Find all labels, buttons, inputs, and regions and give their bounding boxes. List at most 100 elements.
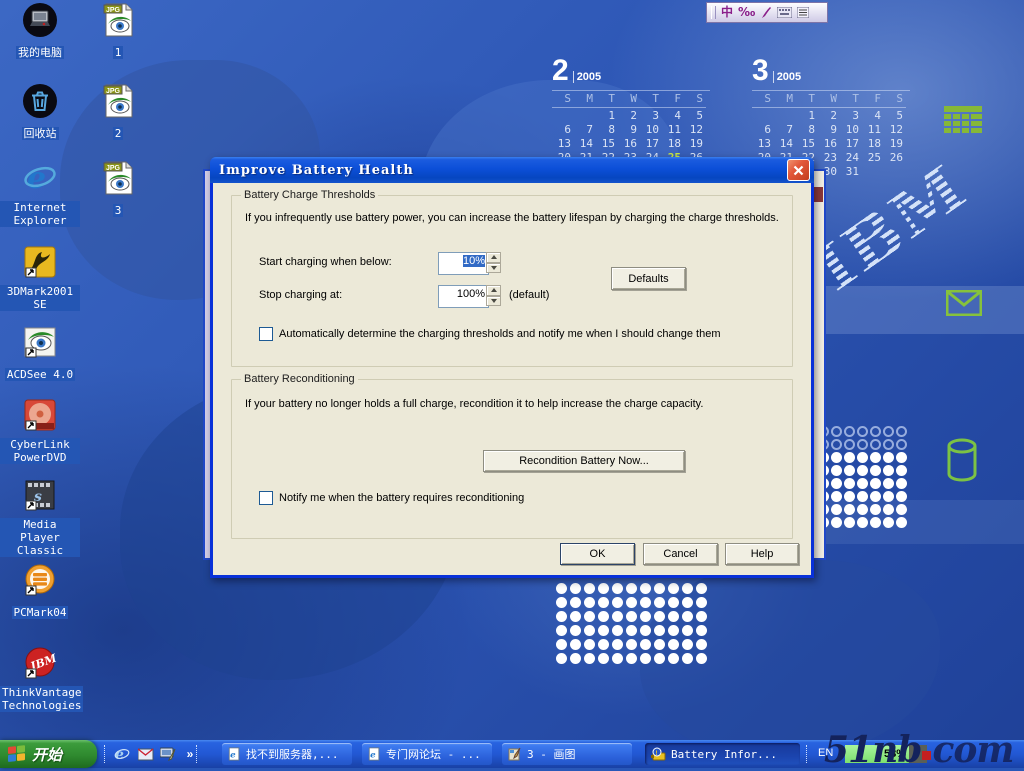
quick-launch-ie-icon[interactable]: e [112, 744, 132, 764]
desktop-icon-powerdvd[interactable]: CyberLink PowerDVD [0, 397, 80, 466]
calendar-weekday: M [574, 91, 596, 108]
icon-label: 我的电脑 [16, 46, 64, 59]
stop-charging-spinner[interactable] [486, 285, 501, 306]
icon-label: ThinkVantage Technologies [0, 686, 83, 712]
desktop-icon-jpg-1[interactable]: JPG 1 [78, 2, 158, 61]
dot [844, 426, 855, 437]
dot [844, 517, 855, 528]
dot [883, 426, 894, 437]
calendar-weekday: W [818, 91, 840, 108]
start-label: 开始 [32, 744, 62, 765]
dot [870, 504, 881, 515]
dot [844, 478, 855, 489]
spin-down-button[interactable] [486, 263, 501, 274]
auto-determine-checkbox[interactable] [259, 327, 273, 341]
taskbar-grip[interactable] [196, 745, 200, 763]
stop-charging-input[interactable]: 100% [438, 285, 489, 308]
desktop-icon-jpg-3[interactable]: JPG 3 [78, 160, 158, 219]
calendar-day: 23 [818, 150, 840, 164]
jpg-file-icon: JPG [100, 83, 136, 119]
notify-reconditioning-checkbox[interactable] [259, 491, 273, 505]
dot [640, 653, 651, 664]
dot [896, 491, 907, 502]
ok-button[interactable]: OK [560, 543, 635, 565]
dot [696, 611, 707, 622]
start-charging-spinner[interactable] [486, 252, 501, 273]
calendar-day: 14 [574, 136, 596, 150]
task-button-server-not-found[interactable]: e 找不到服务器,... [222, 743, 352, 765]
dot [626, 625, 637, 636]
dot [831, 426, 842, 437]
defaults-button[interactable]: Defaults [611, 267, 686, 290]
icon-label: ACDSee 4.0 [5, 368, 75, 381]
site-watermark: 51nbcom [824, 729, 1013, 771]
calendar-day: 16 [618, 136, 640, 150]
start-button[interactable]: 开始 [0, 740, 97, 768]
dot [883, 517, 894, 528]
quick-launch-mail-icon[interactable] [136, 744, 156, 764]
language-bar-grip[interactable] [711, 6, 716, 19]
dot [640, 583, 651, 594]
task-button-forum[interactable]: e 专门网论坛 - ... [362, 743, 492, 765]
desktop-icon-media-player-classic[interactable]: s Media Player Classic [0, 477, 80, 559]
svg-text:JPG: JPG [106, 88, 121, 95]
notify-reconditioning-checkbox-row[interactable]: Notify me when the battery requires reco… [259, 491, 524, 505]
cancel-button[interactable]: Cancel [643, 543, 718, 565]
calendar-day [552, 108, 574, 122]
calendar-day: 16 [818, 136, 840, 150]
dot [612, 653, 623, 664]
keyboard-icon[interactable] [777, 7, 792, 18]
task-label: 3 - 画图 [527, 746, 576, 762]
dot [896, 517, 907, 528]
desktop-icon-3dmark2001[interactable]: 3DMark2001 SE [0, 244, 80, 313]
dot [844, 465, 855, 476]
start-charging-input[interactable]: 10% [438, 252, 489, 275]
dot [556, 611, 567, 622]
dot [682, 597, 693, 608]
dot [883, 439, 894, 450]
spin-up-button[interactable] [486, 252, 501, 263]
dot [857, 465, 868, 476]
icon-label: 2 [113, 127, 124, 140]
close-button[interactable] [787, 159, 810, 181]
task-button-battery-information[interactable]: ! Battery Infor... [645, 743, 800, 765]
recondition-battery-button[interactable]: Recondition Battery Now... [483, 450, 685, 472]
desktop-icon-pcmark04[interactable]: PCMark04 [0, 562, 80, 621]
dot [870, 491, 881, 502]
help-button[interactable]: Help [725, 543, 799, 565]
dot [626, 583, 637, 594]
quick-launch-show-desktop-icon[interactable] [158, 744, 178, 764]
dot [883, 504, 894, 515]
desktop-icon-my-computer[interactable]: 我的电脑 [0, 2, 80, 61]
ime-ratio-icon[interactable]: ‰ [738, 4, 755, 21]
dot [857, 426, 868, 437]
dot [584, 597, 595, 608]
dot [556, 653, 567, 664]
language-bar[interactable]: 中 ‰ [706, 2, 828, 23]
calendar-weekday: T [596, 91, 618, 108]
dot [831, 491, 842, 502]
calendar-day: 8 [596, 122, 618, 136]
task-button-paint[interactable]: 3 - 画图 [502, 743, 632, 765]
desktop-icon-internet-explorer[interactable]: e Internet Explorer [0, 160, 80, 229]
auto-determine-checkbox-row[interactable]: Automatically determine the charging thr… [259, 327, 720, 341]
media-player-classic-icon: s [22, 477, 58, 513]
desktop-icon-jpg-2[interactable]: JPG 2 [78, 83, 158, 142]
dot [598, 625, 609, 636]
menu-icon[interactable] [797, 7, 809, 18]
desktop-icon-recycle-bin[interactable]: 回收站 [0, 83, 80, 142]
spin-down-button[interactable] [486, 296, 501, 307]
icon-label: Internet Explorer [0, 201, 80, 227]
calendar-day: 17 [640, 136, 662, 150]
powerdvd-icon [22, 397, 58, 433]
quick-launch-grip[interactable] [104, 745, 108, 763]
reconditioning-description: If your battery no longer holds a full c… [245, 398, 703, 410]
desktop-icon-thinkvantage[interactable]: IBM ThinkVantage Technologies [0, 645, 80, 714]
spin-up-button[interactable] [486, 285, 501, 296]
dialog-titlebar[interactable]: Improve Battery Health [210, 157, 814, 183]
ime-chinese-icon[interactable]: 中 [721, 4, 733, 21]
group-title: Battery Reconditioning [241, 373, 358, 385]
dot [668, 653, 679, 664]
desktop-icon-acdsee[interactable]: ACDSee 4.0 [0, 324, 80, 383]
pen-icon[interactable] [760, 6, 772, 19]
